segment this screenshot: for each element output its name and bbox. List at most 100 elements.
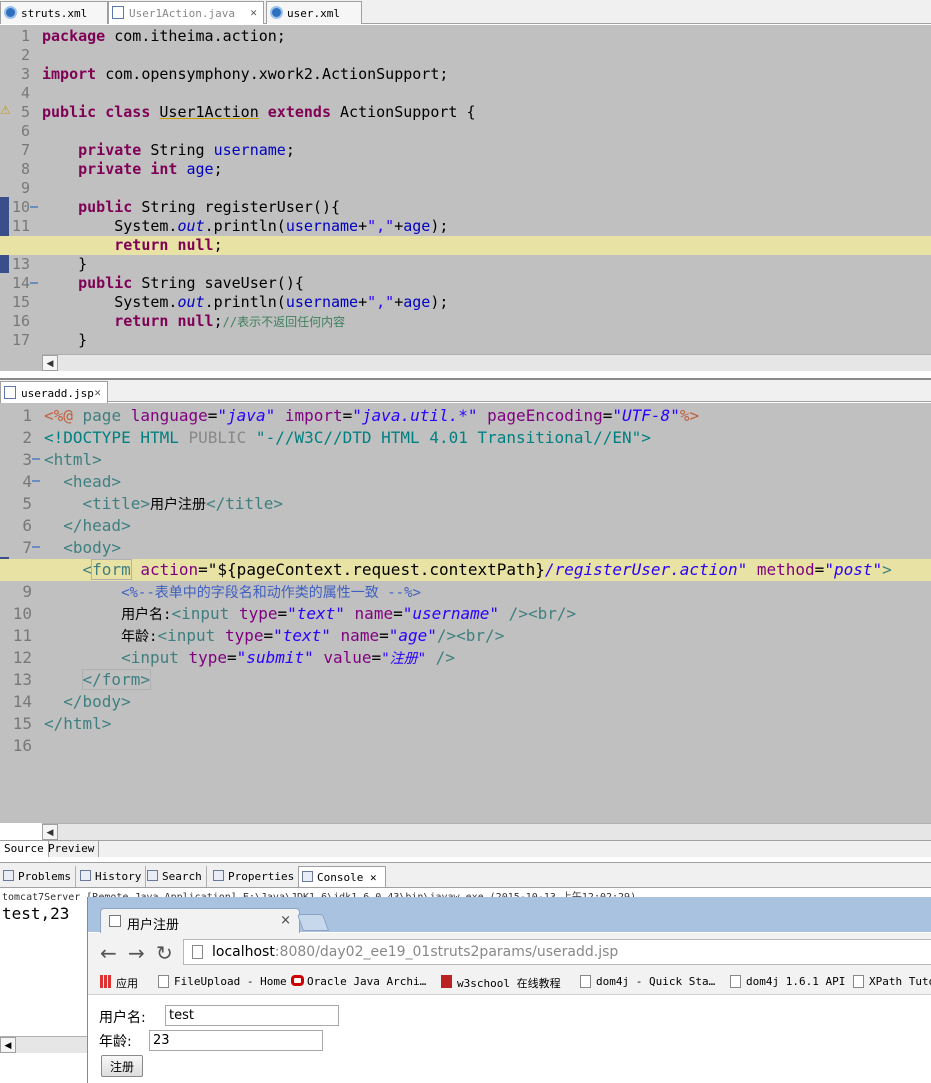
tab-useradd-jsp[interactable]: useradd.jsp ✕ [0, 381, 108, 403]
page-icon [730, 975, 741, 988]
line-number: 11 [12, 626, 32, 645]
fold-icon[interactable] [32, 458, 40, 460]
console-scrollbar[interactable]: ◀ [0, 1036, 88, 1053]
bookmark-item[interactable]: w3school 在线教程 [441, 975, 561, 991]
xml-file-icon [4, 6, 17, 19]
scroll-left-icon[interactable]: ◀ [42, 355, 58, 371]
code-line: <title>用户注册</title> [82, 494, 284, 513]
tab-label: Search [162, 870, 202, 883]
tab-label: Problems [18, 870, 71, 883]
line-number: 2 [20, 46, 30, 64]
register-submit-button[interactable]: 注册 [101, 1055, 144, 1077]
code-line: </form> [81, 669, 151, 690]
age-input[interactable]: 23 [149, 1030, 323, 1051]
line-number: 4 [20, 84, 30, 102]
properties-icon [213, 870, 224, 881]
username-input[interactable]: test [165, 1005, 339, 1026]
close-icon[interactable]: × [280, 913, 291, 928]
line-number: 5 [20, 103, 30, 121]
browser-toolbar: ← → ↻ localhost:8080/day02_ee19_01struts… [88, 933, 931, 969]
back-icon[interactable]: ← [100, 941, 117, 965]
tab-label: useradd.jsp [21, 387, 94, 400]
reload-icon[interactable]: ↻ [156, 941, 173, 965]
bookmark-item[interactable]: dom4j 1.6.1 API [730, 975, 845, 988]
code-line: package com.itheima.action; [42, 27, 286, 45]
line-number: 6 [22, 516, 32, 535]
bookmark-item[interactable]: dom4j - Quick Sta… [580, 975, 715, 988]
page-icon [853, 975, 864, 988]
code-line: System.out.println(username+","+age); [114, 293, 449, 311]
history-icon [80, 870, 91, 881]
tab-search[interactable]: Search [144, 866, 207, 887]
fold-icon[interactable] [32, 480, 40, 482]
views-tab-bar: Problems History Search Properties Conso… [0, 862, 931, 888]
code-line: <%@ page language="java" import="java.ut… [44, 406, 700, 425]
tab-preview[interactable]: Preview [44, 841, 100, 857]
java-code-area[interactable]: package com.itheima.action; import com.o… [0, 25, 931, 371]
line-number: 13 [12, 670, 32, 689]
bookmark-item[interactable]: XPath Tutor [853, 975, 931, 988]
code-line: public String registerUser(){ [78, 198, 341, 216]
fold-icon[interactable] [30, 206, 38, 208]
page-icon [580, 975, 591, 988]
line-number: 3 [20, 65, 30, 83]
tab-source[interactable]: Source [0, 841, 49, 857]
scroll-left-icon[interactable]: ◀ [0, 1037, 16, 1053]
line-number: 11 [11, 217, 30, 235]
search-icon [147, 870, 158, 881]
source-preview-tabs: Source Preview [0, 840, 931, 857]
line-number: 14 [11, 274, 30, 292]
warning-icon: ⚠ [0, 103, 11, 117]
tab-user-xml[interactable]: user.xml [266, 1, 362, 24]
fold-icon[interactable] [30, 282, 38, 284]
tab-user1action-java[interactable]: User1Action.java ✕ [108, 1, 264, 24]
username-label: 用户名: [99, 1010, 146, 1026]
problems-icon [3, 870, 14, 881]
line-number: 9 [22, 582, 32, 601]
fold-icon[interactable] [32, 546, 40, 548]
change-marker [0, 197, 9, 273]
tab-problems[interactable]: Problems [0, 866, 76, 887]
code-line: public String saveUser(){ [78, 274, 304, 292]
console-icon [302, 871, 313, 882]
horizontal-scrollbar[interactable]: ◀ [42, 354, 931, 371]
code-line: import com.opensymphony.xwork2.ActionSup… [42, 65, 449, 83]
scroll-left-icon[interactable]: ◀ [42, 824, 58, 840]
bookmark-item[interactable]: Oracle Java Archi… [291, 975, 426, 988]
new-tab-button[interactable] [296, 914, 330, 931]
code-line: <!DOCTYPE HTML PUBLIC "-//W3C//DTD HTML … [44, 428, 651, 447]
jsp-editor[interactable]: 1 2 3 4 5 6 7 8 9 10 11 12 13 14 15 16 <… [0, 403, 931, 840]
address-url: localhost:8080/day02_ee19_01struts2param… [212, 944, 619, 960]
bookmark-item[interactable]: 应用 [100, 975, 138, 991]
address-bar[interactable]: localhost:8080/day02_ee19_01struts2param… [183, 939, 931, 965]
line-number: 14 [12, 692, 32, 711]
code-line: private String username; [78, 141, 295, 159]
line-number: 1 [22, 406, 32, 425]
tab-history[interactable]: History [77, 866, 147, 887]
console-output-area[interactable]: test,23 [0, 900, 90, 1083]
line-number: 5 [22, 494, 32, 513]
java-file-icon [112, 6, 124, 19]
line-number: 3 [22, 450, 32, 469]
forward-icon[interactable]: → [128, 941, 145, 965]
close-icon[interactable]: ✕ [94, 386, 101, 399]
jsp-code-area[interactable]: <%@ page language="java" import="java.ut… [0, 403, 931, 823]
tab-console[interactable]: Console ✕ [298, 866, 386, 887]
tab-label: Properties [228, 870, 295, 883]
code-line: private int age; [78, 160, 223, 178]
bookmark-item[interactable]: FileUpload - Home [158, 975, 287, 988]
horizontal-scrollbar[interactable]: ◀ [42, 823, 931, 840]
line-number: 6 [20, 122, 30, 140]
line-number: 7 [22, 538, 32, 557]
close-icon[interactable]: ✕ [250, 6, 257, 19]
browser-tab[interactable]: 用户注册 × [100, 908, 300, 933]
tab-properties[interactable]: Properties [210, 866, 300, 887]
oracle-icon [291, 975, 304, 986]
highlighted-code-line: <form action="${pageContext.request.cont… [0, 559, 931, 581]
java-editor[interactable]: ⚠ 1 2 3 4 5 6 7 8 9 10 11 12 13 14 15 16… [0, 25, 931, 371]
close-icon[interactable]: ✕ [370, 871, 377, 884]
code-line: <%--表单中的字段名和动作类的属性一致 --%> [121, 585, 421, 601]
tab-struts-xml[interactable]: struts.xml [0, 1, 108, 24]
browser-window: 用户注册 × ← → ↻ localhost:8080/day02_ee19_0… [87, 897, 931, 1083]
highlighted-code-line: return null; [0, 236, 931, 255]
